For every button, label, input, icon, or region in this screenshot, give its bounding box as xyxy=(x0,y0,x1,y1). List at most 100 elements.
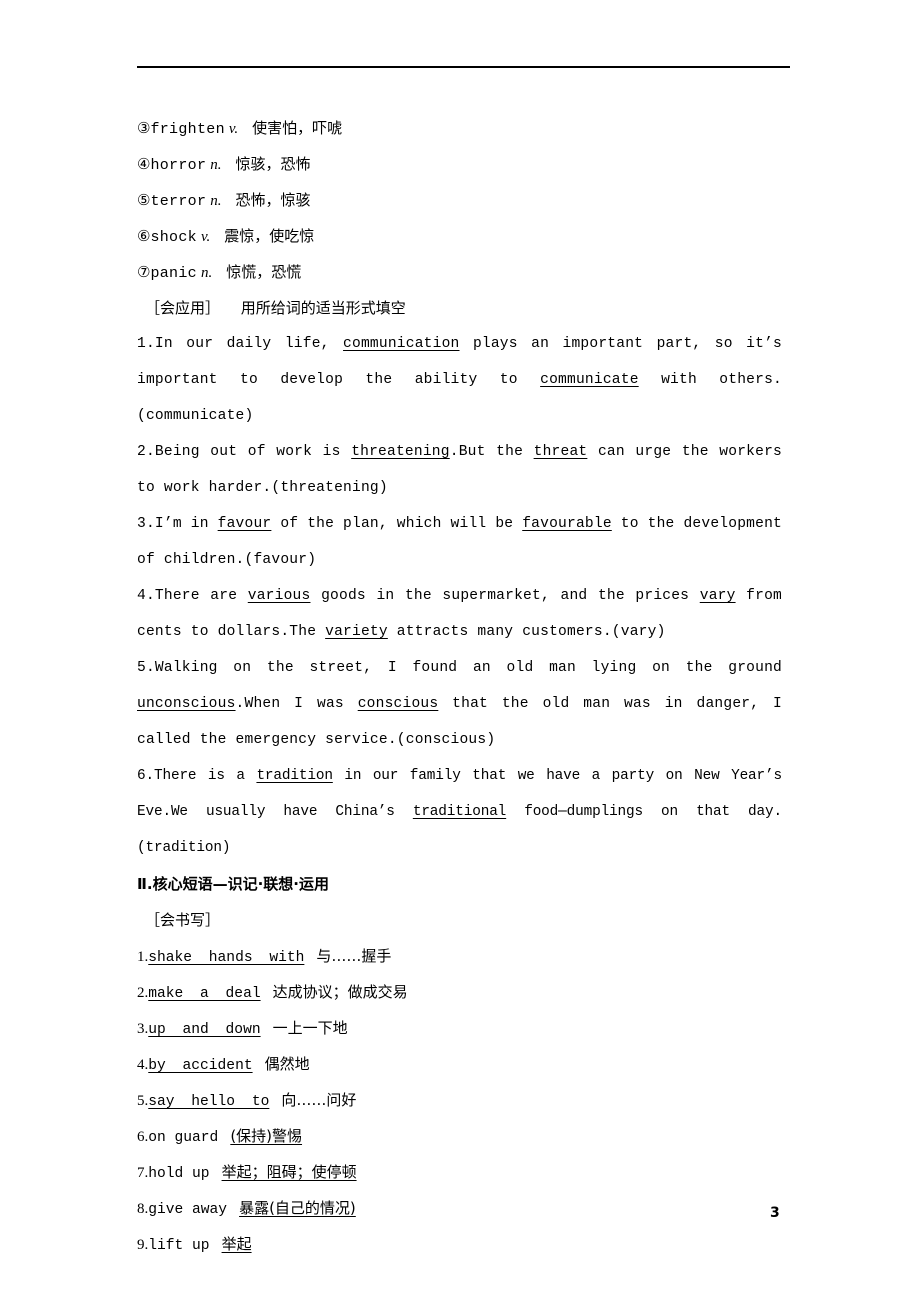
write-subheading: ［会书写］ xyxy=(137,902,782,938)
part-of-speech: n. xyxy=(210,157,222,173)
phrase-chinese: 一上一下地 xyxy=(272,1019,348,1037)
part-of-speech: n. xyxy=(200,265,213,281)
vocabulary-entry: ③frighten v. 使害怕，吓唬 xyxy=(137,110,782,146)
exercise-number: 6. xyxy=(137,768,154,784)
exercise-item: 4.There are various goods in the superma… xyxy=(137,578,782,650)
exercise-answer: threatening xyxy=(351,444,450,460)
exercise-text: of the plan, which will be xyxy=(271,516,523,532)
vocabulary-word: panic xyxy=(150,265,197,282)
exercise-text: .When I was xyxy=(235,696,358,712)
phrase-entry: 2.make a deal 达成协议；做成交易 xyxy=(137,974,782,1010)
exercise-item: 2.Being out of work is threatening.But t… xyxy=(137,434,782,506)
exercise-answer: threat xyxy=(533,444,588,460)
phrase-english: up and down xyxy=(148,1022,261,1038)
phrase-english: shake hands with xyxy=(148,950,305,966)
phrase-chinese: 与……握手 xyxy=(316,947,392,965)
phrase-english: make a deal xyxy=(148,986,261,1002)
phrase-number: 1. xyxy=(137,949,149,965)
exercise-list: 1.In our daily life, communication plays… xyxy=(137,326,782,866)
exercise-text: goods in the supermarket, and the prices xyxy=(310,588,700,604)
exercise-text: There are xyxy=(154,588,248,604)
vocabulary-meaning: 惊骇，恐怖 xyxy=(235,155,311,173)
vocabulary-meaning: 震惊，使吃惊 xyxy=(224,227,315,245)
exercise-text: There is a xyxy=(153,768,257,784)
apply-subheading: ［会应用］ 用所给词的适当形式填空 xyxy=(137,290,782,326)
phrase-entry: 5.say hello to 向……问好 xyxy=(137,1082,782,1118)
vocabulary-marker: ⑤ xyxy=(137,191,151,209)
exercise-answer: communication xyxy=(343,336,460,352)
vocabulary-word: shock xyxy=(150,229,197,246)
vocabulary-word: horror xyxy=(150,157,207,174)
vocabulary-word: frighten xyxy=(150,121,225,138)
exercise-answer: communicate xyxy=(540,372,639,388)
vocabulary-marker: ③ xyxy=(137,119,151,137)
exercise-item: 6.There is a tradition in our family tha… xyxy=(137,758,782,866)
exercise-answer: conscious xyxy=(357,696,439,712)
exercise-answer: traditional xyxy=(412,804,507,820)
exercise-text: Being out of work is xyxy=(154,444,352,460)
vocabulary-marker: ④ xyxy=(137,155,151,173)
phrase-section-heading: Ⅱ.核心短语—识记·联想·运用 xyxy=(137,875,329,893)
phrase-entry: 7.hold up 举起；阻碍；使停顿 xyxy=(137,1154,782,1190)
exercise-number: 4. xyxy=(137,588,155,604)
phrase-chinese: 偶然地 xyxy=(264,1055,310,1073)
exercise-answer: vary xyxy=(699,588,736,604)
exercise-answer: variety xyxy=(325,624,388,640)
phrase-number: 4. xyxy=(137,1057,149,1073)
phrase-list: 1.shake hands with 与……握手 2.make a deal 达成协议… xyxy=(137,938,782,1262)
apply-instruction: 用所给词的适当形式填空 xyxy=(240,299,406,317)
phrase-entry: 3.up and down 一上一下地 xyxy=(137,1010,782,1046)
header-divider xyxy=(137,66,790,68)
exercise-answer: various xyxy=(247,588,311,604)
part-of-speech: v. xyxy=(200,229,211,245)
phrase-number: 5. xyxy=(137,1093,149,1109)
phrase-entry: 8.give away 暴露(自己的情况) xyxy=(137,1190,782,1226)
exercise-number: 2. xyxy=(137,444,155,460)
phrase-english: by accident xyxy=(148,1058,253,1074)
exercise-answer: favour xyxy=(217,516,272,532)
phrase-entry: 1.shake hands with 与……握手 xyxy=(137,938,782,974)
exercise-text: I’m in xyxy=(154,516,218,532)
vocabulary-marker: ⑦ xyxy=(137,263,151,281)
exercise-number: 3. xyxy=(137,516,155,532)
page-content: ③frighten v. 使害怕，吓唬 ④horror n. 惊骇，恐怖 ⑤terror n.… xyxy=(137,110,782,1262)
document-page: ③frighten v. 使害怕，吓唬 ④horror n. 惊骇，恐怖 ⑤terror n.… xyxy=(0,0,920,1302)
vocabulary-entry: ⑤terror n. 恐怖，惊骇 xyxy=(137,182,782,218)
vocabulary-entry: ⑥shock v. 震惊，使吃惊 xyxy=(137,218,782,254)
vocabulary-meaning: 惊慌，恐慌 xyxy=(226,263,302,281)
vocabulary-marker: ⑥ xyxy=(137,227,151,245)
phrase-chinese: 向……问好 xyxy=(281,1091,357,1109)
phrase-number: 9. xyxy=(137,1237,149,1253)
exercise-item: 5.Walking on the street, I found an old … xyxy=(137,650,782,758)
phrase-entry: 9.lift up 举起 xyxy=(137,1226,782,1262)
vocabulary-entry: ④horror n. 惊骇，恐怖 xyxy=(137,146,782,182)
phrase-chinese: 举起；阻碍；使停顿 xyxy=(221,1163,357,1181)
phrase-chinese: 暴露(自己的情况) xyxy=(239,1199,356,1217)
exercise-item: 3.I’m in favour of the plan, which will … xyxy=(137,506,782,578)
phrase-number: 3. xyxy=(137,1021,149,1037)
apply-label: ［会应用］ xyxy=(145,299,221,317)
phrase-english: on guard xyxy=(148,1130,219,1146)
exercise-number: 1. xyxy=(137,336,155,352)
part-of-speech: v. xyxy=(228,121,239,137)
phrase-english: say hello to xyxy=(148,1094,270,1110)
exercise-answer: unconscious xyxy=(137,696,236,712)
phrase-number: 8. xyxy=(137,1201,149,1217)
vocabulary-list: ③frighten v. 使害怕，吓唬 ④horror n. 惊骇，恐怖 ⑤terror n.… xyxy=(137,110,782,290)
phrase-english: hold up xyxy=(148,1166,210,1182)
phrase-chinese: 达成协议；做成交易 xyxy=(272,983,408,1001)
vocabulary-entry: ⑦panic n. 惊慌，恐慌 xyxy=(137,254,782,290)
exercise-text: attracts many customers.(vary) xyxy=(387,624,666,640)
exercise-text: Walking on the street, I found an old ma… xyxy=(154,660,782,676)
exercise-item: 1.In our daily life, communication plays… xyxy=(137,326,782,434)
write-label: ［会书写］ xyxy=(145,911,221,929)
phrase-entry: 4.by accident 偶然地 xyxy=(137,1046,782,1082)
exercise-text: In our daily life, xyxy=(154,336,344,352)
phrase-number: 2. xyxy=(137,985,149,1001)
exercise-answer: favourable xyxy=(522,516,612,532)
page-number: 3 xyxy=(770,1205,780,1221)
vocabulary-meaning: 使害怕，吓唬 xyxy=(252,119,343,137)
phrase-entry: 6.on guard (保持)警惕 xyxy=(137,1118,782,1154)
phrase-english: lift up xyxy=(148,1238,210,1254)
exercise-text: .But the xyxy=(449,444,534,460)
